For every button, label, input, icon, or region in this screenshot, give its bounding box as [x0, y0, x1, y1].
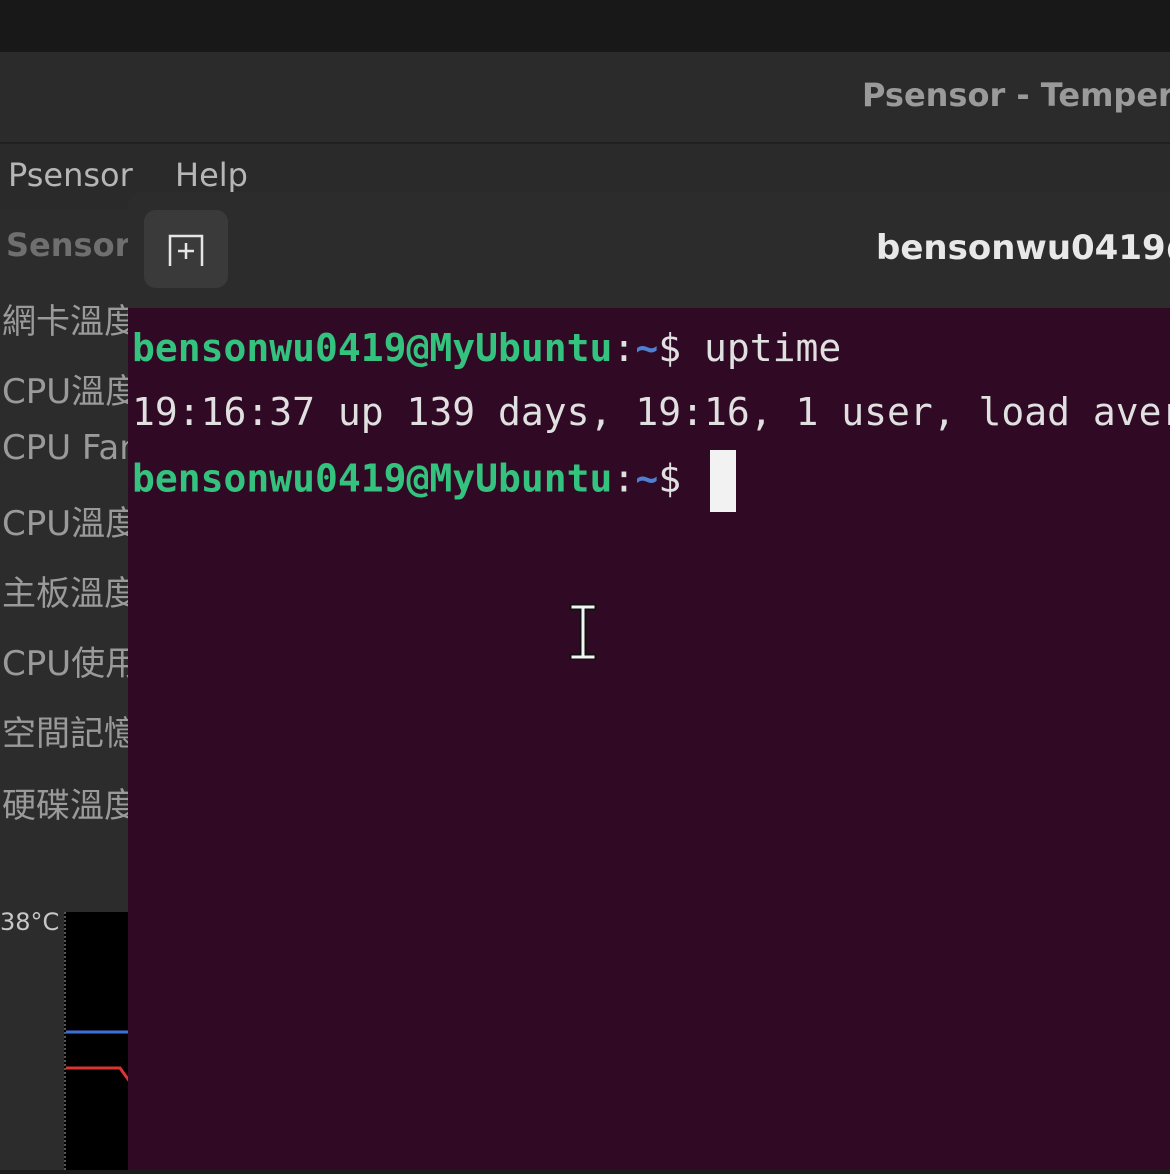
- command-text: [681, 457, 704, 501]
- terminal-headerbar: bensonwu0419@MyUbuntu: ~: [128, 192, 1170, 308]
- sensor-list-panel: Sensor 網卡溫度 CPU溫度 CPU Fan CPU溫度 主板溫度 CPU…: [0, 210, 128, 900]
- new-tab-button[interactable]: [144, 210, 228, 288]
- terminal-line-prompt: bensonwu0419@MyUbuntu:~$ uptime: [132, 326, 841, 370]
- prompt-separator: :: [612, 326, 636, 370]
- prompt-user: bensonwu0419@MyUbuntu: [132, 326, 613, 370]
- prompt-symbol: $: [658, 326, 682, 370]
- terminal-line-output: 19:16:37 up 139 days, 19:16, 1 user, loa…: [132, 390, 1170, 434]
- prompt-separator: :: [612, 456, 636, 501]
- desktop-top-bar: [0, 0, 1170, 52]
- sensor-column-header[interactable]: Sensor: [6, 226, 128, 264]
- terminal-line-prompt: bensonwu0419@MyUbuntu:~$: [132, 450, 736, 512]
- sensor-graph-canvas: [64, 912, 132, 1170]
- graph-temperature-label: 38°C: [0, 908, 60, 936]
- sensor-row[interactable]: CPU溫度: [2, 364, 128, 413]
- terminal-title: bensonwu0419@MyUbuntu: ~: [876, 228, 1170, 268]
- ibeam-cursor-icon: [569, 604, 597, 660]
- new-tab-icon: [168, 234, 204, 266]
- terminal-window: bensonwu0419@MyUbuntu: ~ bensonwu0419@My…: [128, 192, 1170, 1170]
- prompt-path: ~: [635, 326, 659, 370]
- sensor-row[interactable]: CPU使用: [2, 636, 128, 685]
- sensor-graph-lines: [66, 1030, 132, 1083]
- prompt-symbol: $: [658, 456, 682, 501]
- sensor-row[interactable]: 網卡溫度: [2, 294, 128, 343]
- psensor-window-title: Psensor - Tempera: [862, 76, 1170, 114]
- menu-help[interactable]: Help: [175, 156, 248, 194]
- menu-psensor[interactable]: Psensor: [8, 156, 133, 194]
- command-text: uptime: [681, 326, 842, 370]
- terminal-body[interactable]: bensonwu0419@MyUbuntu:~$ uptime 19:16:37…: [128, 308, 1170, 1170]
- sensor-row[interactable]: CPU溫度: [2, 496, 128, 545]
- sensor-row[interactable]: CPU Fan: [2, 428, 128, 468]
- sensor-row[interactable]: 硬碟溫度: [2, 778, 128, 827]
- graph-line-red: [66, 1066, 132, 1083]
- sensor-row[interactable]: 空間記憶: [2, 706, 128, 755]
- prompt-path: ~: [635, 456, 659, 501]
- text-cursor: [710, 450, 736, 512]
- prompt-user: bensonwu0419@MyUbuntu: [132, 456, 613, 501]
- sensor-row[interactable]: 主板溫度: [2, 566, 128, 615]
